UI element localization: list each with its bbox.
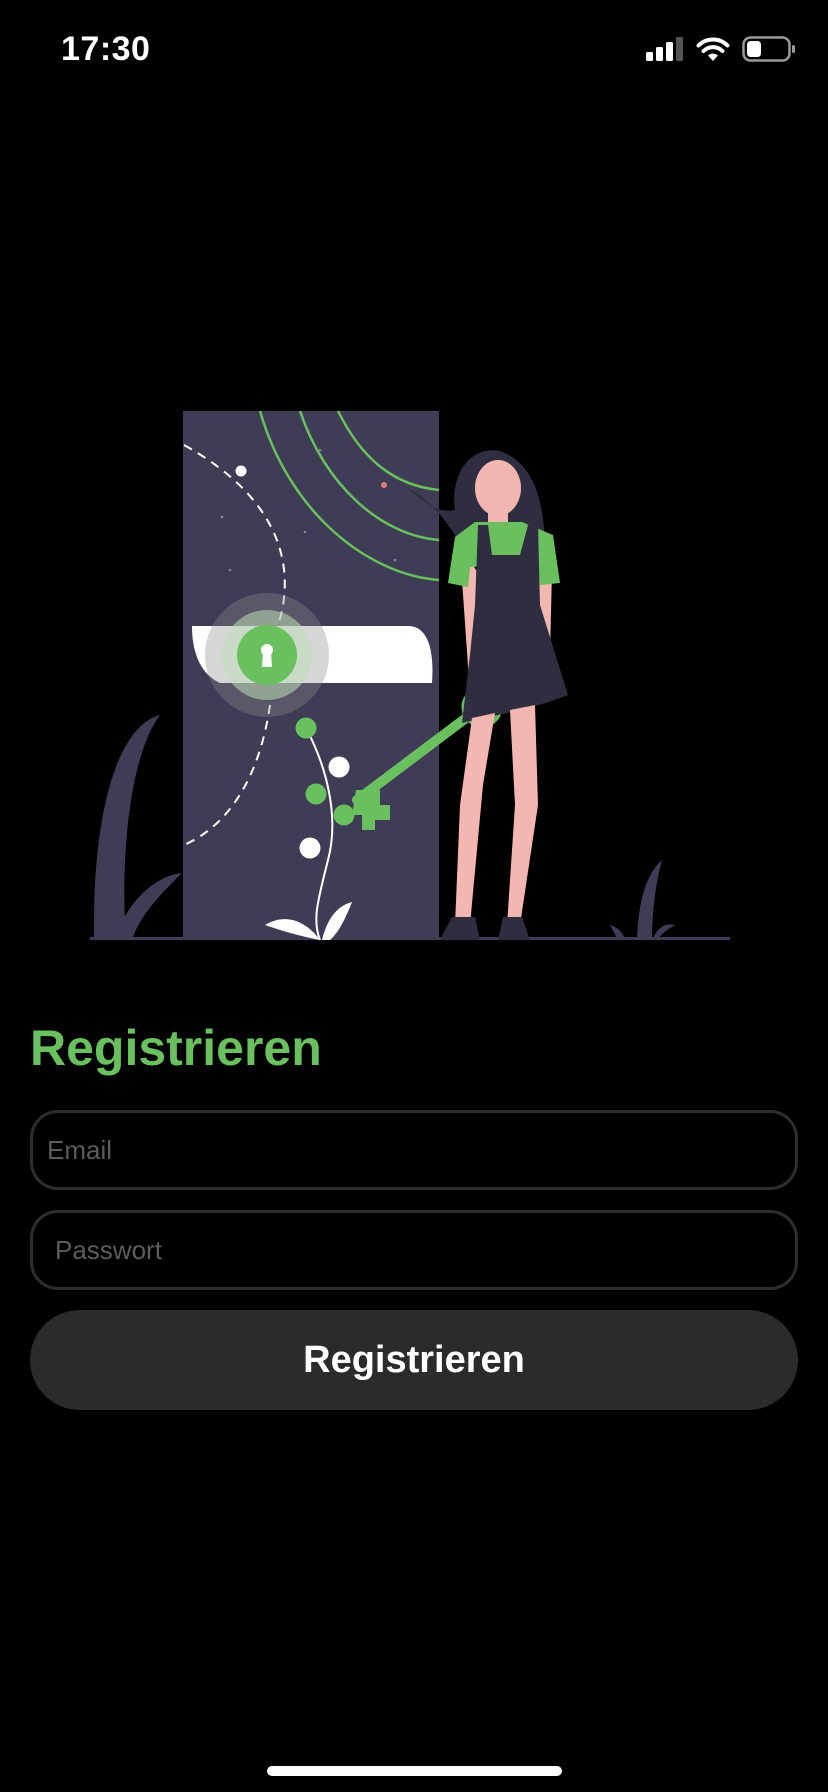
woman-leg-right bbox=[507, 705, 538, 925]
woman-face bbox=[475, 460, 521, 516]
woman-shoe-right bbox=[498, 917, 530, 940]
email-field[interactable] bbox=[30, 1110, 798, 1190]
password-field[interactable] bbox=[30, 1210, 798, 1290]
grass-right bbox=[637, 860, 662, 940]
home-indicator[interactable] bbox=[267, 1766, 562, 1776]
woman-leg-left bbox=[455, 713, 495, 925]
email-input[interactable] bbox=[33, 1113, 795, 1187]
status-bar: 17:30 bbox=[0, 0, 828, 100]
battery-icon bbox=[742, 36, 795, 62]
star-red bbox=[381, 482, 387, 488]
register-button[interactable]: Registrieren bbox=[30, 1310, 798, 1410]
battery-level bbox=[747, 41, 761, 57]
cellular-signal-icon bbox=[646, 37, 683, 61]
status-icons bbox=[646, 36, 796, 62]
login-illustration bbox=[90, 410, 730, 941]
star-white bbox=[235, 465, 247, 477]
status-time: 17:30 bbox=[61, 30, 151, 68]
password-input[interactable] bbox=[33, 1213, 795, 1287]
wifi-icon bbox=[696, 37, 730, 61]
woman-shoe-left bbox=[440, 917, 480, 940]
page-title: Registrieren bbox=[30, 1020, 322, 1076]
